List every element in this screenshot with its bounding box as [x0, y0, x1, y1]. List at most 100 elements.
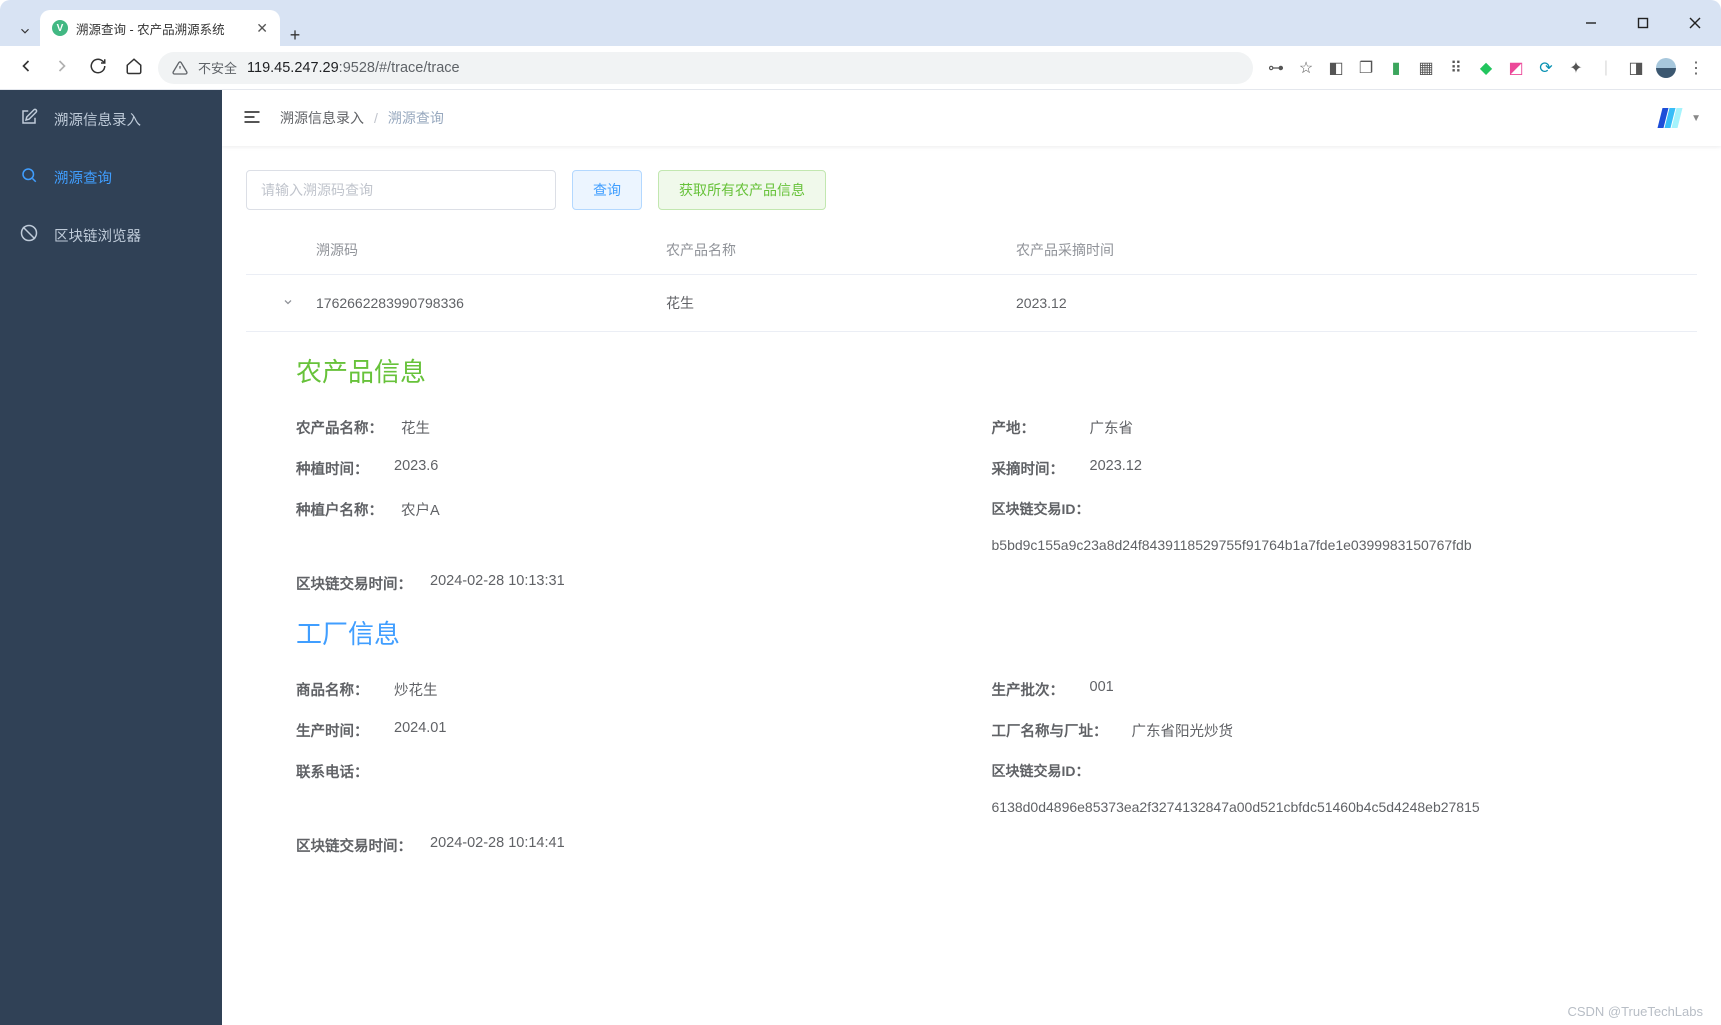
block-icon	[20, 224, 38, 247]
factory-section-title: 工厂信息	[296, 614, 1647, 651]
sidebar-item-label: 溯源查询	[54, 167, 112, 188]
profile-avatar-icon[interactable]	[1655, 57, 1677, 79]
back-button[interactable]	[14, 56, 38, 79]
sidebar: 溯源信息录入 溯源查询 区块链浏览器	[0, 90, 222, 1025]
col-pick-time: 农产品采摘时间	[1016, 240, 1683, 260]
val-batch: 001	[1090, 679, 1114, 700]
not-secure-icon	[172, 60, 188, 76]
topbar-right: ▼	[1660, 108, 1701, 128]
url-host: 119.45.247.29	[247, 60, 339, 76]
val-product-name: 花生	[401, 417, 430, 438]
label-goods-name: 商品名称：	[296, 679, 376, 700]
label-tx-id: 区块链交易ID：	[992, 499, 1648, 519]
fetch-all-button[interactable]: 获取所有农产品信息	[658, 170, 826, 210]
val-tx-time: 2024-02-28 10:13:31	[430, 573, 565, 594]
trace-code-input[interactable]	[246, 170, 556, 210]
edit-icon	[20, 108, 38, 131]
tab-title: 溯源查询 - 农产品溯源系统	[76, 19, 225, 38]
reload-button[interactable]	[86, 57, 110, 78]
label-tx-time: 区块链交易时间：	[296, 573, 412, 594]
factory-detail-grid: 商品名称：炒花生 生产批次：001 生产时间：2024.01 工厂名称与厂址：广…	[296, 669, 1647, 866]
label-factory-tx-id: 区块链交易ID：	[992, 761, 1648, 781]
minimize-icon[interactable]	[1569, 7, 1613, 39]
val-produce-time: 2024.01	[394, 720, 446, 741]
breadcrumb-parent[interactable]: 溯源信息录入	[280, 108, 364, 128]
label-farmer-name: 种植户名称：	[296, 499, 383, 553]
puzzle-icon[interactable]: ✦	[1565, 57, 1587, 79]
home-button[interactable]	[122, 57, 146, 78]
label-contact-phone: 联系电话：	[296, 761, 376, 815]
app-shell: 溯源信息录入 溯源查询 区块链浏览器 溯源信息录入 / 溯源查询	[0, 90, 1721, 1025]
extension-icon[interactable]: ⟳	[1535, 57, 1557, 79]
app-logo-icon	[1660, 108, 1681, 128]
breadcrumb-current: 溯源查询	[388, 108, 444, 128]
label-factory-tx-time: 区块链交易时间：	[296, 835, 412, 856]
sidepanel-icon[interactable]: ◨	[1625, 57, 1647, 79]
label-product-name: 农产品名称：	[296, 417, 383, 438]
breadcrumb: 溯源信息录入 / 溯源查询	[280, 108, 444, 128]
close-window-icon[interactable]	[1673, 7, 1717, 39]
val-factory-tx-time: 2024-02-28 10:14:41	[430, 835, 565, 856]
main-area: 溯源信息录入 / 溯源查询 ▼ 查询 获取所有农产品信息 溯源码 农产品名称	[222, 90, 1721, 1025]
security-label: 不安全	[198, 58, 237, 77]
val-harvest-time: 2023.12	[1090, 458, 1142, 479]
divider: |	[1595, 57, 1617, 79]
address-bar[interactable]: 不安全 119.45.247.29:9528/#/trace/trace	[158, 52, 1253, 84]
val-goods-name: 炒花生	[394, 679, 438, 700]
tab-dropdown-icon[interactable]	[10, 16, 40, 46]
label-harvest-time: 采摘时间：	[992, 458, 1072, 479]
browser-toolbar: 不安全 119.45.247.29:9528/#/trace/trace ⊶ ☆…	[0, 46, 1721, 90]
url-path: /#/trace/trace	[375, 60, 460, 76]
table-row: 1762662283990798336 花生 2023.12	[246, 275, 1697, 332]
sidebar-item-label: 区块链浏览器	[54, 225, 141, 246]
label-plant-time: 种植时间：	[296, 458, 376, 479]
extension-icon[interactable]: ▦	[1415, 57, 1437, 79]
tab-favicon-icon: V	[52, 20, 68, 36]
breadcrumb-separator: /	[374, 110, 378, 126]
sidebar-item-trace-input[interactable]: 溯源信息录入	[0, 90, 222, 148]
menu-icon[interactable]: ⋮	[1685, 57, 1707, 79]
sidebar-item-trace-query[interactable]: 溯源查询	[0, 148, 222, 206]
detail-panel: 农产品信息 农产品名称：花生 产地：广东省 种植时间：2023.6 采摘时间：2…	[246, 332, 1697, 876]
search-button[interactable]: 查询	[572, 170, 642, 210]
extension-icon[interactable]: ◩	[1505, 57, 1527, 79]
chevron-down-icon[interactable]: ▼	[1691, 113, 1701, 124]
browser-tab[interactable]: V 溯源查询 - 农产品溯源系统 ✕	[40, 10, 280, 46]
content: 查询 获取所有农产品信息 溯源码 农产品名称 农产品采摘时间 176266228…	[222, 146, 1721, 1025]
table-head: 溯源码 农产品名称 农产品采摘时间	[246, 226, 1697, 275]
expand-toggle-icon[interactable]	[260, 295, 316, 311]
cell-pick-time: 2023.12	[1016, 295, 1683, 311]
label-batch: 生产批次：	[992, 679, 1072, 700]
forward-button[interactable]	[50, 56, 74, 79]
shield-icon[interactable]: ◆	[1475, 57, 1497, 79]
topbar: 溯源信息录入 / 溯源查询 ▼	[222, 90, 1721, 146]
browser-tabs-bar: V 溯源查询 - 农产品溯源系统 ✕ +	[0, 0, 1721, 46]
maximize-icon[interactable]	[1621, 7, 1665, 39]
new-tab-button[interactable]: +	[280, 25, 310, 46]
close-tab-icon[interactable]: ✕	[256, 20, 268, 37]
val-tx-id: b5bd9c155a9c23a8d24f8439118529755f91764b…	[992, 537, 1648, 553]
search-icon	[20, 166, 38, 189]
val-farmer-name: 农户A	[401, 499, 440, 553]
label-origin: 产地：	[992, 417, 1072, 438]
extension-bar: ⊶ ☆ ◧ ❐ ▮ ▦ ⠿ ◆ ◩ ⟳ ✦ | ◨ ⋮	[1265, 57, 1707, 79]
result-table: 溯源码 农产品名称 农产品采摘时间 1762662283990798336 花生…	[246, 226, 1697, 876]
url-port: :9528	[339, 60, 375, 76]
cell-product-name: 花生	[666, 293, 1016, 313]
val-plant-time: 2023.6	[394, 458, 438, 479]
extension-icon[interactable]: ◧	[1325, 57, 1347, 79]
product-detail-grid: 农产品名称： 花生 产地： 广东省 种植时间： 2023.6 采摘时间： 2023.12…	[296, 407, 1647, 604]
extension-icon[interactable]: ▮	[1385, 57, 1407, 79]
key-icon[interactable]: ⊶	[1265, 57, 1287, 79]
star-icon[interactable]: ☆	[1295, 57, 1317, 79]
query-row: 查询 获取所有农产品信息	[246, 170, 1697, 210]
val-origin: 广东省	[1090, 417, 1134, 438]
extension-icon[interactable]: ⠿	[1445, 57, 1467, 79]
sidebar-item-block-explorer[interactable]: 区块链浏览器	[0, 206, 222, 264]
label-produce-time: 生产时间：	[296, 720, 376, 741]
cell-trace-code: 1762662283990798336	[316, 295, 666, 311]
col-product-name: 农产品名称	[666, 240, 1016, 260]
val-factory-tx-id: 6138d0d4896e85373ea2f3274132847a00d521cb…	[992, 799, 1648, 815]
hamburger-icon[interactable]	[242, 107, 262, 130]
extension-icon[interactable]: ❐	[1355, 57, 1377, 79]
